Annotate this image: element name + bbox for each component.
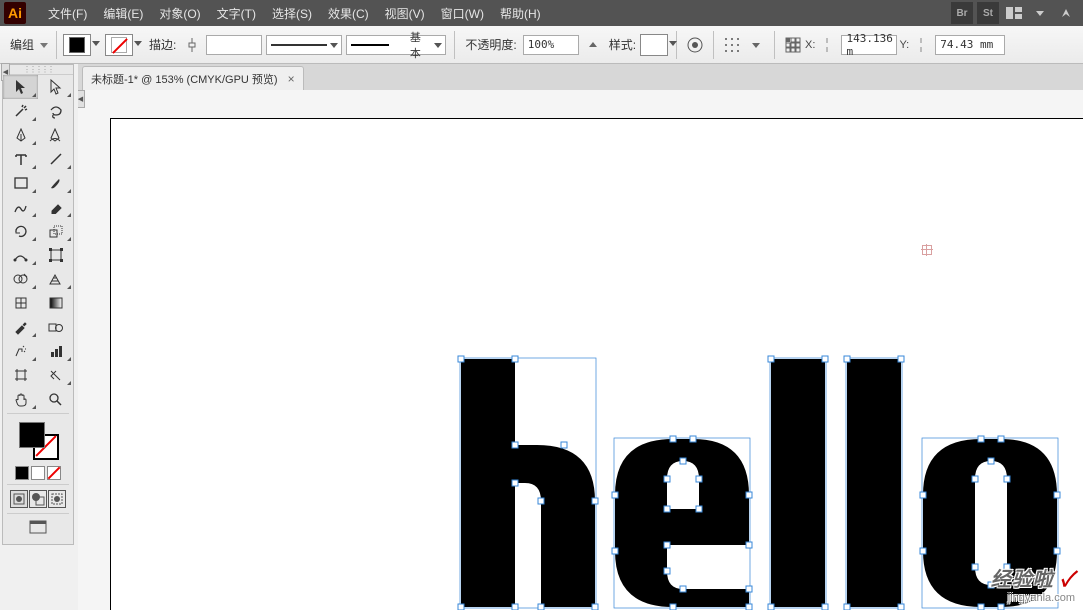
- screen-mode-button[interactable]: [3, 516, 73, 538]
- color-mode-buttons: [3, 464, 73, 482]
- stock-icon[interactable]: St: [977, 2, 999, 24]
- color-mode-none[interactable]: [47, 466, 61, 480]
- menubar: Ai 文件(F) 编辑(E) 对象(O) 文字(T) 选择(S) 效果(C) 视…: [0, 0, 1083, 26]
- menu-help[interactable]: 帮助(H): [492, 5, 549, 22]
- menu-file[interactable]: 文件(F): [40, 5, 95, 22]
- symbol-sprayer-tool[interactable]: [3, 339, 38, 363]
- x-link-icon[interactable]: [816, 34, 838, 56]
- rectangle-tool[interactable]: [3, 171, 38, 195]
- width-tool[interactable]: [3, 243, 38, 267]
- menu-edit[interactable]: 编辑(E): [95, 5, 151, 22]
- selection-mode-label: 编组: [10, 36, 34, 53]
- stroke-label: 描边:: [149, 36, 176, 53]
- y-link-icon[interactable]: [910, 34, 932, 56]
- letter-l-2[interactable]: [846, 358, 902, 608]
- close-tab-icon[interactable]: ×: [288, 72, 295, 86]
- letter-h[interactable]: [460, 358, 596, 608]
- watermark: 经验啦 ✓ jingyanla.com: [991, 563, 1075, 604]
- align-dropdown-icon[interactable]: [745, 34, 767, 56]
- watermark-text: 经验啦: [991, 569, 1054, 591]
- opacity-label: 不透明度:: [465, 36, 516, 53]
- blend-tool[interactable]: [38, 315, 73, 339]
- free-transform-tool[interactable]: [38, 243, 73, 267]
- perspective-grid-tool[interactable]: [38, 267, 73, 291]
- lasso-tool[interactable]: [38, 99, 73, 123]
- stroke-weight-input[interactable]: [206, 35, 262, 55]
- color-mode-gradient[interactable]: [31, 466, 45, 480]
- draw-mode-buttons: [3, 487, 73, 511]
- style-swatch[interactable]: [640, 34, 668, 56]
- magic-wand-tool[interactable]: [3, 99, 38, 123]
- bridge-icon[interactable]: Br: [951, 2, 973, 24]
- artboard-tool[interactable]: [3, 363, 38, 387]
- app-logo: Ai: [4, 2, 26, 24]
- x-label: X:: [805, 39, 815, 51]
- style-label: 样式:: [609, 36, 636, 53]
- stroke-profile-dropdown[interactable]: [266, 35, 342, 55]
- selection-tool[interactable]: [3, 75, 38, 99]
- y-label: Y:: [899, 39, 909, 51]
- brush-basic-label: 基本: [410, 29, 431, 61]
- document-tab[interactable]: 未标题-1* @ 153% (CMYK/GPU 预览) ×: [82, 66, 304, 90]
- brush-dropdown[interactable]: 基本: [346, 35, 446, 55]
- canvas-area[interactable]: [78, 90, 1083, 610]
- align-icon[interactable]: [721, 34, 743, 56]
- registration-mark-icon: [922, 245, 932, 255]
- watermark-url: jingyanla.com: [991, 592, 1075, 604]
- canvas-panel-toggle[interactable]: [78, 90, 85, 108]
- watermark-check-icon: ✓: [1060, 569, 1075, 591]
- gradient-tool[interactable]: [38, 291, 73, 315]
- y-input[interactable]: 74.43 mm: [935, 35, 1005, 55]
- panel-grip[interactable]: [3, 65, 73, 75]
- menu-window[interactable]: 窗口(W): [433, 5, 492, 22]
- stroke-weight-link-icon[interactable]: [181, 34, 203, 56]
- type-tool[interactable]: [3, 147, 38, 171]
- rotate-tool[interactable]: [3, 219, 38, 243]
- menu-select[interactable]: 选择(S): [264, 5, 320, 22]
- scale-tool[interactable]: [38, 219, 73, 243]
- paintbrush-tool[interactable]: [38, 171, 73, 195]
- direct-selection-tool[interactable]: [38, 75, 73, 99]
- fill-indicator[interactable]: [19, 422, 45, 448]
- mesh-tool[interactable]: [3, 291, 38, 315]
- zoom-tool[interactable]: [38, 387, 73, 411]
- slice-tool[interactable]: [38, 363, 73, 387]
- menu-effect[interactable]: 效果(C): [320, 5, 377, 22]
- hand-tool[interactable]: [3, 387, 38, 411]
- shaper-tool[interactable]: [3, 195, 38, 219]
- layout-dropdown-icon[interactable]: [1029, 2, 1051, 24]
- draw-behind[interactable]: [29, 490, 47, 508]
- stroke-swatch[interactable]: [105, 34, 133, 56]
- x-input[interactable]: 143.136 m: [841, 35, 897, 55]
- column-graph-tool[interactable]: [38, 339, 73, 363]
- document-tab-bar: 未标题-1* @ 153% (CMYK/GPU 预览) ×: [78, 64, 1083, 90]
- opacity-dropdown-icon[interactable]: [582, 34, 604, 56]
- shape-builder-tool[interactable]: [3, 267, 38, 291]
- menu-object[interactable]: 对象(O): [151, 5, 208, 22]
- line-tool[interactable]: [38, 147, 73, 171]
- layout-icon[interactable]: [1003, 2, 1025, 24]
- opacity-input[interactable]: 100%: [523, 35, 579, 55]
- hello-text-outlines[interactable]: [461, 359, 1083, 610]
- pen-tool[interactable]: [3, 123, 38, 147]
- eyedropper-tool[interactable]: [3, 315, 38, 339]
- recolor-icon[interactable]: [684, 34, 706, 56]
- color-mode-solid[interactable]: [15, 466, 29, 480]
- document-tab-title: 未标题-1* @ 153% (CMYK/GPU 预览): [91, 71, 278, 87]
- menu-type[interactable]: 文字(T): [209, 5, 264, 22]
- artboard[interactable]: [110, 118, 1083, 610]
- draw-normal[interactable]: [10, 490, 28, 508]
- letter-l-1[interactable]: [770, 358, 826, 608]
- transform-ref-icon[interactable]: [782, 34, 804, 56]
- tool-panel: [2, 64, 74, 545]
- curvature-tool[interactable]: [38, 123, 73, 147]
- draw-inside[interactable]: [48, 490, 66, 508]
- rocket-icon[interactable]: [1055, 2, 1077, 24]
- fill-stroke-indicator[interactable]: [3, 420, 73, 460]
- fill-swatch[interactable]: [63, 34, 91, 56]
- menu-view[interactable]: 视图(V): [377, 5, 433, 22]
- eraser-tool[interactable]: [38, 195, 73, 219]
- options-bar: 编组 描边: 基本 不透明度: 100% 样式: X: 143.136 m Y:…: [0, 26, 1083, 64]
